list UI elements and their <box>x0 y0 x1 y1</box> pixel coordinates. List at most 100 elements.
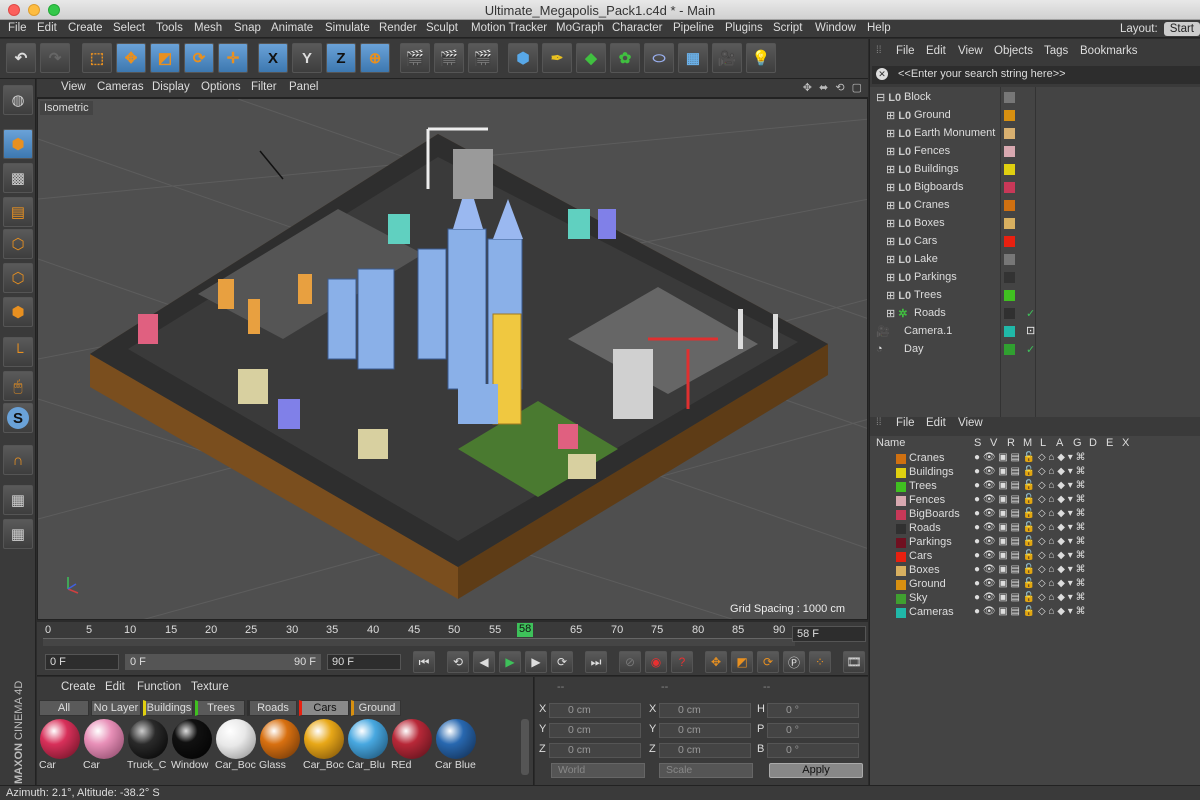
previous-frame-button[interactable]: ◀ <box>473 651 495 673</box>
scale-tool-button[interactable]: ◩ <box>150 43 180 73</box>
coord-system-dropdown[interactable]: World <box>551 763 645 778</box>
menu-help[interactable]: Help <box>867 22 891 34</box>
go-to-end-button[interactable]: ⏭ <box>585 651 607 673</box>
undo-button[interactable]: ↶ <box>6 43 36 73</box>
key-parameter-button[interactable]: Ⓟ <box>783 651 805 673</box>
layer-list[interactable]: Name S V R M L A G D E X Cranes ● 👁 ▣ ▤ 🔓… <box>870 436 1200 785</box>
objects-menu-objects[interactable]: Objects <box>994 45 1033 57</box>
layer-toggle-icons[interactable]: ● 👁 ▣ ▤ 🔓 ◇ ⌂ ◆ ▾ ⌘ <box>974 550 1086 561</box>
texture-mode-button[interactable]: ▩ <box>3 163 33 193</box>
layer-toggle-icons[interactable]: ● 👁 ▣ ▤ 🔓 ◇ ⌂ ◆ ▾ ⌘ <box>974 578 1086 589</box>
autokey-button[interactable]: ◉ <box>645 651 667 673</box>
previous-key-button[interactable]: ⟲ <box>447 651 469 673</box>
layer-row[interactable]: Roads ● 👁 ▣ ▤ 🔓 ◇ ⌂ ◆ ▾ ⌘ <box>870 522 1200 536</box>
layer-row[interactable]: Buildings ● 👁 ▣ ▤ 🔓 ◇ ⌂ ◆ ▾ ⌘ <box>870 466 1200 480</box>
render-picture-viewer-button[interactable]: 🎬 <box>434 43 464 73</box>
object-row[interactable]: ⊞ L0 Parkings <box>870 269 1200 287</box>
next-key-button[interactable]: ⟳ <box>551 651 573 673</box>
layer-row[interactable]: Fences ● 👁 ▣ ▤ 🔓 ◇ ⌂ ◆ ▾ ⌘ <box>870 494 1200 508</box>
apply-button[interactable]: Apply <box>769 763 863 778</box>
material-swatch[interactable]: Car_Blu <box>347 719 389 773</box>
key-pla-button[interactable]: ⁘ <box>809 651 831 673</box>
material-menu-texture[interactable]: Texture <box>191 681 229 693</box>
material-menu-create[interactable]: Create <box>61 681 96 693</box>
menu-animate[interactable]: Animate <box>271 22 313 34</box>
material-tab-ground[interactable]: Ground <box>351 700 401 716</box>
add-mograph-button[interactable]: ✿ <box>610 43 640 73</box>
layout-dropdown[interactable]: Start <box>1163 22 1200 36</box>
material-tab-roads[interactable]: Roads <box>247 700 297 716</box>
make-editable-button[interactable]: ◍ <box>3 85 33 115</box>
material-swatch[interactable]: Car Blue <box>435 719 477 773</box>
keyframe-selection-button[interactable]: ? <box>671 651 693 673</box>
material-swatch[interactable]: Car <box>83 719 125 773</box>
layer-toggle-icons[interactable]: ● 👁 ▣ ▤ 🔓 ◇ ⌂ ◆ ▾ ⌘ <box>974 466 1086 477</box>
layers-menu-edit[interactable]: Edit <box>926 417 946 429</box>
workplane-button[interactable]: ▤ <box>3 197 33 227</box>
add-generator-button[interactable]: ◆ <box>576 43 606 73</box>
viewport-menu-display[interactable]: Display <box>152 81 190 93</box>
preview-range-slider[interactable]: 0 F 90 F <box>125 654 321 670</box>
objects-menu-edit[interactable]: Edit <box>926 45 946 57</box>
layer-row[interactable]: Sky ● 👁 ▣ ▤ 🔓 ◇ ⌂ ◆ ▾ ⌘ <box>870 592 1200 606</box>
size-y-field[interactable]: 0 cm <box>659 723 751 738</box>
object-row[interactable]: ⊞ L0 Lake <box>870 251 1200 269</box>
object-row[interactable]: 🎥 Camera.1 ⊡ <box>870 323 1200 341</box>
material-swatch[interactable]: Glass <box>259 719 301 773</box>
y-axis-button[interactable]: Y <box>292 43 322 73</box>
object-row[interactable]: ⊞ L0 Bigboards <box>870 179 1200 197</box>
3d-viewport[interactable]: Isometric Grid Spacing : 1000 cm <box>37 98 868 620</box>
key-scale-button[interactable]: ◩ <box>731 651 753 673</box>
object-row[interactable]: ⊞ L0 Ground <box>870 107 1200 125</box>
layer-row[interactable]: Ground ● 👁 ▣ ▤ 🔓 ◇ ⌂ ◆ ▾ ⌘ <box>870 578 1200 592</box>
layers-menu-file[interactable]: File <box>896 417 915 429</box>
layer-toggle-icons[interactable]: ● 👁 ▣ ▤ 🔓 ◇ ⌂ ◆ ▾ ⌘ <box>974 592 1086 603</box>
menu-select[interactable]: Select <box>113 22 145 34</box>
layer-toggle-icons[interactable]: ● 👁 ▣ ▤ 🔓 ◇ ⌂ ◆ ▾ ⌘ <box>974 508 1086 519</box>
transform-tool-button[interactable]: ✛ <box>218 43 248 73</box>
layer-row[interactable]: Boxes ● 👁 ▣ ▤ 🔓 ◇ ⌂ ◆ ▾ ⌘ <box>870 564 1200 578</box>
material-menu-function[interactable]: Function <box>137 681 181 693</box>
add-camera-button[interactable]: 🎥 <box>712 43 742 73</box>
menu-motion-tracker[interactable]: Motion Tracker <box>471 22 547 34</box>
layer-row[interactable]: BigBoards ● 👁 ▣ ▤ 🔓 ◇ ⌂ ◆ ▾ ⌘ <box>870 508 1200 522</box>
workplane-lock-button[interactable]: ▦ <box>3 485 33 515</box>
object-row[interactable]: ⊞ L0 Trees <box>870 287 1200 305</box>
layer-row[interactable]: Cameras ● 👁 ▣ ▤ 🔓 ◇ ⌂ ◆ ▾ ⌘ <box>870 606 1200 620</box>
current-frame-field[interactable]: 58 F <box>792 626 866 642</box>
position-x-field[interactable]: 0 cm <box>549 703 641 718</box>
object-tree[interactable]: ⊟ L0 Block ⊞ L0 Ground ⊞ L0 Earth Monument … <box>870 87 1200 417</box>
menu-plugins[interactable]: Plugins <box>725 22 763 34</box>
timeline-window-button[interactable]: 🎞 <box>843 651 865 673</box>
material-tab-cars[interactable]: Cars <box>299 700 349 716</box>
render-settings-button[interactable]: 🎬 <box>468 43 498 73</box>
material-menu-edit[interactable]: Edit <box>105 681 125 693</box>
objects-menu-tags[interactable]: Tags <box>1044 45 1068 57</box>
menu-render[interactable]: Render <box>379 22 417 34</box>
position-z-field[interactable]: 0 cm <box>549 743 641 758</box>
material-tab-no-layer[interactable]: No Layer <box>91 700 141 716</box>
size-x-field[interactable]: 0 cm <box>659 703 751 718</box>
viewport-menu-cameras[interactable]: Cameras <box>97 81 144 93</box>
polygons-mode-button[interactable]: ⬢ <box>3 297 33 327</box>
objects-menu-file[interactable]: File <box>896 45 915 57</box>
layer-toggle-icons[interactable]: ● 👁 ▣ ▤ 🔓 ◇ ⌂ ◆ ▾ ⌘ <box>974 494 1086 505</box>
move-tool-button[interactable]: ✥ <box>116 43 146 73</box>
menu-tools[interactable]: Tools <box>156 22 183 34</box>
object-search-input[interactable]: <<Enter your search string here>> <box>872 66 1200 84</box>
menu-mesh[interactable]: Mesh <box>194 22 222 34</box>
viewport-menu-options[interactable]: Options <box>201 81 241 93</box>
viewport-menu-view[interactable]: View <box>61 81 86 93</box>
layer-row[interactable]: Parkings ● 👁 ▣ ▤ 🔓 ◇ ⌂ ◆ ▾ ⌘ <box>870 536 1200 550</box>
layer-toggle-icons[interactable]: ● 👁 ▣ ▤ 🔓 ◇ ⌂ ◆ ▾ ⌘ <box>974 480 1086 491</box>
timeline-playhead[interactable]: 58 <box>517 623 534 637</box>
rotation-h-field[interactable]: 0 ° <box>767 703 859 718</box>
material-swatch[interactable]: Car <box>39 719 81 773</box>
material-swatch[interactable]: Truck_C <box>127 719 169 773</box>
material-tab-buildings[interactable]: Buildings <box>143 700 193 716</box>
menu-mograph[interactable]: MoGraph <box>556 22 604 34</box>
next-frame-button[interactable]: ▶ <box>525 651 547 673</box>
layers-menu-view[interactable]: View <box>958 417 983 429</box>
add-cube-button[interactable]: ⬢ <box>508 43 538 73</box>
material-tab-trees[interactable]: Trees <box>195 700 245 716</box>
